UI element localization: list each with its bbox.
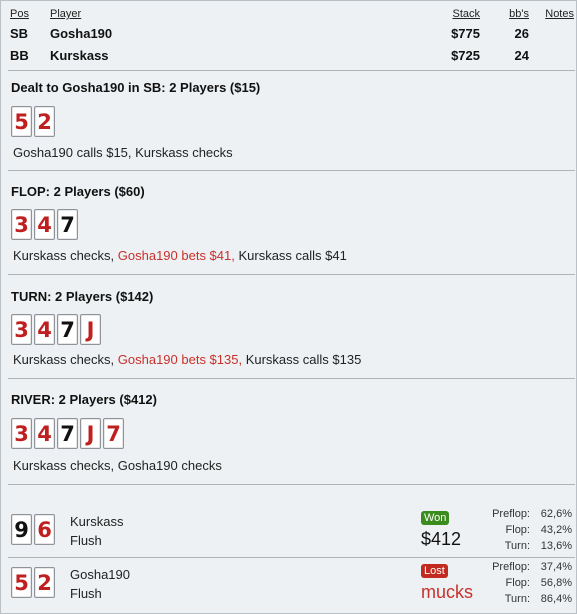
hand-history-panel: Pos Player Stack bb's Notes SB Gosha190 … [0,0,577,614]
stat-value: 37,4% [540,561,572,573]
player-stack: $725 [451,48,480,63]
flop-action: Kurskass checks, Gosha190 bets $41, Kurs… [13,248,347,263]
card: 7 [57,418,78,449]
stat-value: 43,2% [540,524,572,536]
player-bbs: 24 [514,48,529,63]
card: 7 [57,209,78,240]
hero-action-text: Gosha190 bets $41, [117,248,235,263]
card: 3 [11,314,32,345]
card: 4 [34,209,55,240]
player-stack: $775 [451,26,480,41]
stat-value: 13,6% [540,540,572,552]
divider [8,170,575,171]
stat-label: Preflop: [492,508,530,520]
col-player-header[interactable]: Player [50,8,81,20]
showdown-cards: 5 2 [11,567,57,599]
card: 5 [11,106,32,137]
won-badge: Won [421,511,450,525]
player-pos: SB [10,26,29,41]
card: 4 [34,418,55,449]
stat-label: Flop: [505,524,530,536]
card: 2 [34,106,55,137]
showdown-hand: Flush [70,586,102,601]
header-labels: Pos Player Stack bb's Notes [10,8,576,28]
stat-value: 62,6% [540,508,572,520]
col-bbs-header[interactable]: bb's [509,8,529,20]
card: 7 [57,314,78,345]
card: 3 [11,209,32,240]
card: 6 [34,514,55,545]
lost-badge: Lost [421,564,448,578]
action-text: Kurskass checks, [13,248,118,263]
col-stack-header[interactable]: Stack [452,8,480,20]
stat-label: Flop: [505,577,530,589]
turn-action: Kurskass checks, Gosha190 bets $135, Kur… [13,352,361,367]
col-pos-header[interactable]: Pos [10,8,29,20]
river-action: Kurskass checks, Gosha190 checks [13,458,222,473]
card: 4 [34,314,55,345]
showdown-cards: 9 6 [11,514,57,546]
stat-label: Turn: [504,593,530,605]
card: J [80,418,101,449]
col-notes-header[interactable]: Notes [545,8,574,20]
player-name[interactable]: Gosha190 [50,26,112,41]
card: 3 [11,418,32,449]
divider [8,557,575,558]
stat-value: 86,4% [540,593,572,605]
divider [8,70,575,71]
player-row: SB Gosha190 $775 26 [10,26,576,46]
card: 5 [11,567,32,598]
player-pos: BB [10,48,29,63]
river-cards: 3 4 7 J 7 [11,418,126,450]
card: 2 [34,567,55,598]
won-amount: $412 [421,529,462,549]
turn-cards: 3 4 7 J [11,314,103,346]
river-title: RIVER: 2 Players ($412) [11,392,157,407]
turn-title: TURN: 2 Players ($142) [11,289,154,304]
divider [8,378,575,379]
preflop-title: Dealt to Gosha190 in SB: 2 Players ($15) [11,80,261,95]
hero-action-text: Gosha190 bets $135, [117,352,243,367]
showdown-player-name[interactable]: Gosha190 [70,567,130,582]
stat-value: 56,8% [540,577,572,589]
action-text: Kurskass calls $135 [242,352,362,367]
action-text: Kurskass calls $41 [234,248,347,263]
player-row: BB Kurskass $725 24 [10,48,576,68]
action-text: Kurskass checks, [13,352,118,367]
player-bbs: 26 [514,26,529,41]
card: 9 [11,514,32,545]
showdown-player-name[interactable]: Kurskass [70,514,123,529]
player-name[interactable]: Kurskass [50,48,109,63]
preflop-action: Gosha190 calls $15, Kurskass checks [13,145,233,160]
flop-cards: 3 4 7 [11,209,80,241]
divider [8,484,575,485]
showdown-hand: Flush [70,533,102,548]
card: J [80,314,101,345]
card: 7 [103,418,124,449]
preflop-cards: 5 2 [11,106,57,138]
stat-label: Turn: [504,540,530,552]
stat-label: Preflop: [492,561,530,573]
flop-title: FLOP: 2 Players ($60) [11,184,145,199]
divider [8,274,575,275]
